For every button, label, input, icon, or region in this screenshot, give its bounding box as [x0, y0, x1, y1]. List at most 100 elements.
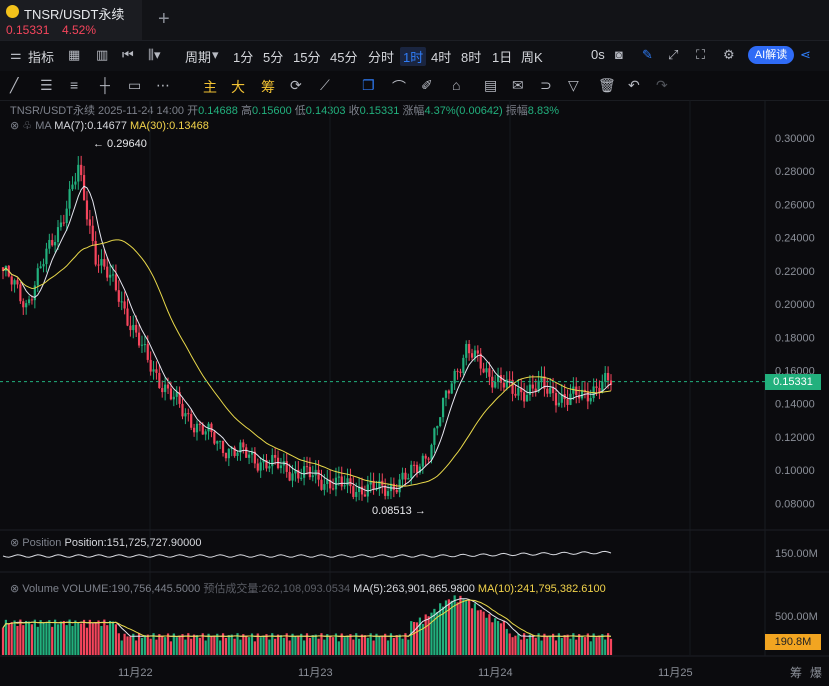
- volume-bar: [410, 621, 413, 655]
- candle-body: [514, 393, 517, 396]
- current-price-tag: 0.15331: [765, 373, 821, 390]
- volume-bar: [117, 633, 120, 655]
- volume-bar: [30, 624, 34, 655]
- volume-bar: [45, 622, 48, 655]
- volume-bar: [242, 634, 245, 655]
- volume-bar: [77, 622, 80, 655]
- candle-body: [187, 413, 190, 415]
- volume-bar: [358, 638, 361, 655]
- volume-bar: [540, 640, 543, 655]
- candle-body: [100, 259, 103, 266]
- volume-bar: [39, 620, 42, 655]
- candle-body: [117, 290, 120, 302]
- volume-bar: [253, 641, 256, 655]
- volume-bar: [82, 619, 86, 655]
- volume-bar: [554, 640, 558, 655]
- volume-bar: [80, 623, 83, 655]
- candle-body: [169, 388, 173, 400]
- volume-bar: [549, 636, 552, 655]
- chips-corner-button[interactable]: 筹: [790, 664, 802, 681]
- candle-body: [36, 268, 39, 286]
- volume-bar: [10, 622, 13, 655]
- volume-bar: [381, 636, 384, 655]
- volume-bar: [224, 637, 228, 655]
- candle-body: [213, 432, 216, 444]
- candle-body: [494, 381, 497, 388]
- volume-bar: [537, 633, 540, 655]
- volume-bar: [132, 633, 135, 655]
- volume-bar: [62, 620, 65, 655]
- candle-body: [59, 222, 63, 228]
- candle-body: [308, 466, 311, 478]
- collapse-icon[interactable]: ⊗: [10, 583, 19, 595]
- volume-bar: [204, 640, 207, 655]
- candle-body: [607, 373, 610, 381]
- volume-bar: [468, 599, 471, 655]
- candle-body: [525, 394, 529, 402]
- candle-body: [465, 343, 468, 358]
- candle-body: [604, 373, 607, 382]
- candle-body: [317, 469, 320, 480]
- candle-body: [10, 276, 13, 285]
- candle-body: [181, 403, 184, 417]
- candle-body: [303, 466, 306, 478]
- candle-body: [468, 343, 471, 354]
- candle-body: [589, 398, 592, 402]
- volume-bar: [334, 633, 338, 655]
- position-line: [2, 550, 612, 558]
- volume-bar: [551, 633, 555, 655]
- candle-body: [326, 479, 329, 485]
- volume-bar: [473, 603, 477, 655]
- candle-body: [436, 426, 439, 429]
- volume-bar: [502, 620, 505, 655]
- volume-bar: [578, 634, 581, 655]
- volume-bar: [274, 638, 277, 655]
- volume-bar: [109, 620, 112, 655]
- candle-body: [401, 472, 404, 480]
- volume-bar: [192, 634, 196, 655]
- volume-bar: [97, 620, 100, 655]
- candle-body: [424, 455, 427, 459]
- volume-bar: [123, 633, 126, 655]
- candle-body: [184, 413, 187, 417]
- candle-body: [271, 455, 274, 467]
- volume-bar: [230, 634, 233, 655]
- volume-bar: [48, 620, 51, 655]
- candle-body: [221, 440, 225, 454]
- volume-bar: [520, 639, 523, 655]
- volume-bar: [276, 634, 280, 655]
- candle-body: [74, 181, 77, 185]
- candle-body: [259, 462, 262, 471]
- volume-bar: [343, 637, 346, 655]
- volume-bar: [496, 621, 500, 655]
- volume-bar: [94, 622, 97, 655]
- volume-bar: [456, 602, 459, 655]
- volume-bar: [166, 633, 170, 655]
- candle-body: [470, 353, 474, 358]
- volume-bar: [239, 639, 242, 655]
- candle-body: [444, 390, 448, 398]
- volume-bar: [111, 621, 115, 655]
- volume-bar: [314, 634, 317, 655]
- volume-bar: [207, 633, 210, 655]
- volume-bar: [303, 640, 306, 655]
- candle-body: [311, 475, 314, 478]
- candle-body: [172, 396, 175, 400]
- candle-body: [247, 454, 251, 458]
- candle-body: [355, 492, 358, 497]
- candle-body: [65, 208, 68, 224]
- collapse-icon[interactable]: ⊗: [10, 537, 19, 549]
- volume-bar: [575, 639, 578, 655]
- volume-bar: [508, 633, 511, 655]
- candle-body: [164, 384, 167, 393]
- candle-body: [137, 332, 141, 346]
- candle-body: [77, 164, 80, 182]
- candle-body: [285, 461, 288, 472]
- candle-body: [331, 488, 335, 490]
- volume-bar: [586, 633, 589, 655]
- volume-bar: [609, 638, 613, 655]
- candle-body: [346, 478, 349, 486]
- position-label: Position: [22, 537, 62, 549]
- volume-bar: [42, 622, 45, 655]
- liquidation-corner-button[interactable]: 爆: [810, 664, 822, 681]
